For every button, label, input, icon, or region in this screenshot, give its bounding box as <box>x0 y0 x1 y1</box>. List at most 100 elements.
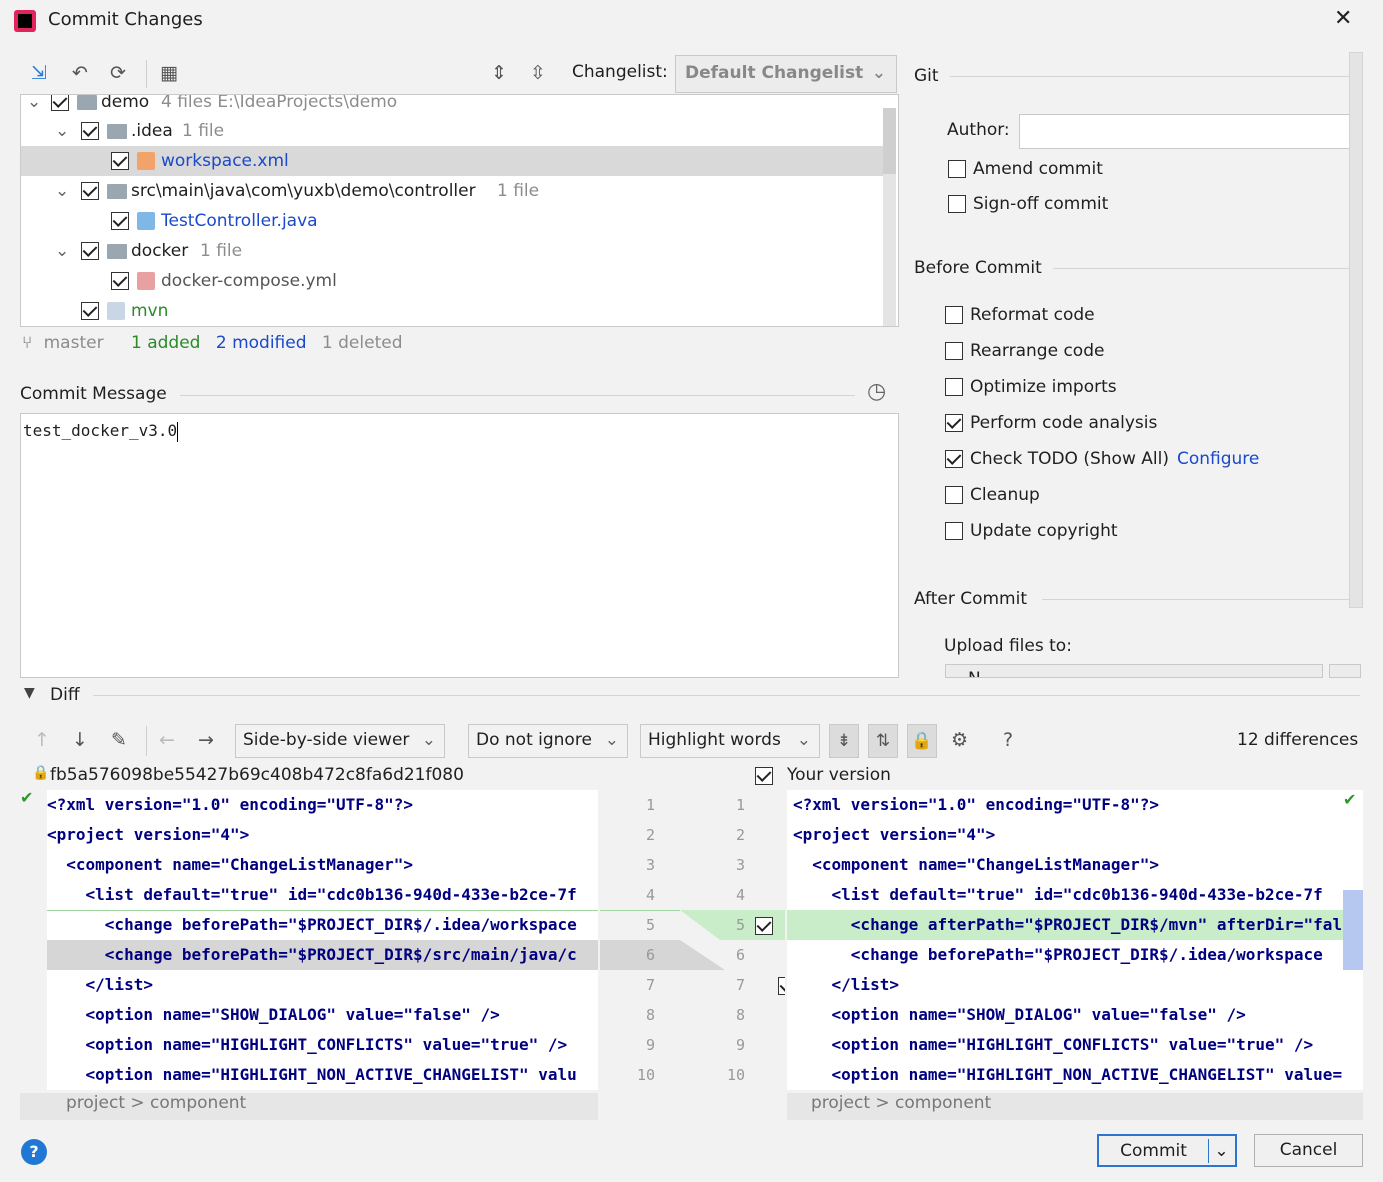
upload-browse-button[interactable] <box>1329 664 1361 678</box>
rollback-icon[interactable]: ↶ <box>72 62 88 84</box>
checkbox-controller[interactable] <box>81 182 99 200</box>
tree-row-controller[interactable]: ⌄ src\main\java\com\yuxb\demo\controller… <box>21 176 883 206</box>
commit-button[interactable]: Commit ⌄ <box>1097 1134 1237 1167</box>
right-breadcrumb[interactable]: project > component <box>811 1093 991 1113</box>
upload-server-select[interactable]: N <box>945 664 1323 678</box>
before-commit-option[interactable]: Update copyright <box>945 521 1118 541</box>
next-difference-icon[interactable]: ↓ <box>72 729 88 751</box>
collapse-all-icon[interactable]: ⇳ <box>530 62 546 84</box>
before-commit-option[interactable]: Reformat code <box>945 305 1095 325</box>
tree-row-idea[interactable]: ⌄ .idea 1 file <box>21 116 883 146</box>
right-code-line[interactable]: <project version="4"> <box>793 820 995 850</box>
edit-source-icon[interactable]: ✎ <box>111 729 127 751</box>
tree-row-workspace[interactable]: workspace.xml <box>21 146 883 176</box>
checkbox-idea[interactable] <box>81 122 99 140</box>
checkbox-workspace[interactable] <box>111 152 129 170</box>
amend-commit-option[interactable]: Amend commit <box>948 159 1103 179</box>
collapse-unchanged-icon[interactable]: ⇟ <box>829 724 859 758</box>
previous-difference-icon[interactable]: ↑ <box>34 729 50 751</box>
tree-row-testcontroller[interactable]: TestController.java <box>21 206 883 236</box>
left-code-line[interactable]: <option name="HIGHLIGHT_CONFLICTS" value… <box>47 1030 568 1060</box>
next-file-icon[interactable]: → <box>198 729 214 751</box>
left-diff-pane[interactable]: ✔ <?xml version="1.0" encoding="UTF-8"?>… <box>20 790 598 1090</box>
show-diff-icon[interactable]: ⇲ <box>31 62 47 84</box>
lock-icon[interactable]: 🔒 <box>907 724 937 758</box>
group-by-icon[interactable]: ▦ <box>160 62 178 84</box>
option-checkbox[interactable] <box>945 414 963 432</box>
right-code-line[interactable]: <list default="true" id="cdc0b136-940d-4… <box>793 880 1323 910</box>
tree-scrollbar-thumb[interactable] <box>883 108 896 174</box>
checkbox-demo[interactable] <box>51 95 69 111</box>
ignore-select[interactable]: Do not ignore ⌄ <box>468 724 628 758</box>
right-code-line[interactable]: <component name="ChangeListManager"> <box>793 850 1159 880</box>
close-icon[interactable]: ✕ <box>1334 6 1352 31</box>
option-checkbox[interactable] <box>945 342 963 360</box>
collapse-triangle-icon[interactable]: ▼ <box>24 685 35 701</box>
chevron-down-icon[interactable]: ⌄ <box>1209 1136 1235 1167</box>
highlight-select[interactable]: Highlight words ⌄ <box>640 724 820 758</box>
previous-file-icon[interactable]: ← <box>159 729 175 751</box>
right-code-line[interactable]: <change beforePath="$PROJECT_DIR$/.idea/… <box>793 940 1323 970</box>
refresh-icon[interactable]: ⟳ <box>110 62 126 84</box>
left-breadcrumb[interactable]: project > component <box>66 1093 246 1113</box>
right-code-line[interactable]: <option name="HIGHLIGHT_NON_ACTIVE_CHANG… <box>793 1060 1343 1090</box>
added-count[interactable]: 1 added <box>131 333 200 353</box>
chevron-down-icon[interactable]: ⌄ <box>55 176 69 206</box>
chevron-down-icon[interactable]: ⌄ <box>55 116 69 146</box>
left-code-line[interactable]: <change beforePath="$PROJECT_DIR$/.idea/… <box>47 910 577 940</box>
modified-count[interactable]: 2 modified <box>216 333 307 353</box>
right-diff-pane[interactable]: ✔ <?xml version="1.0" encoding="UTF-8"?>… <box>787 790 1363 1090</box>
signoff-commit-checkbox[interactable] <box>948 195 966 213</box>
left-code-line[interactable]: <component name="ChangeListManager"> <box>47 850 413 880</box>
left-code-line[interactable]: <list default="true" id="cdc0b136-940d-4… <box>47 880 577 910</box>
chevron-down-icon[interactable]: ⌄ <box>55 236 69 266</box>
before-commit-option[interactable]: Check TODO (Show All) Configure <box>945 449 1259 469</box>
chevron-down-icon[interactable]: ⌄ <box>27 95 41 117</box>
expand-all-icon[interactable]: ⇕ <box>491 62 507 84</box>
option-checkbox[interactable] <box>945 522 963 540</box>
help-icon[interactable]: ? <box>1003 729 1013 751</box>
left-code-line[interactable]: <?xml version="1.0" encoding="UTF-8"?> <box>47 790 413 820</box>
configure-link[interactable]: Configure <box>1177 449 1259 469</box>
checkbox-testcontroller[interactable] <box>111 212 129 230</box>
changes-tree[interactable]: ⌄ demo 4 files E:\IdeaProjects\demo ⌄ .i… <box>20 94 899 327</box>
checkbox-docker[interactable] <box>81 242 99 260</box>
cancel-button[interactable]: Cancel <box>1254 1134 1363 1167</box>
right-code-line[interactable]: <option name="HIGHLIGHT_CONFLICTS" value… <box>793 1030 1314 1060</box>
before-commit-option[interactable]: Optimize imports <box>945 377 1117 397</box>
option-checkbox[interactable] <box>945 378 963 396</box>
tree-row-docker[interactable]: ⌄ docker 1 file <box>21 236 883 266</box>
help-button[interactable]: ? <box>21 1139 47 1165</box>
left-code-line[interactable]: <option name="HIGHLIGHT_NON_ACTIVE_CHANG… <box>47 1060 577 1090</box>
changelist-select[interactable]: Default Changelist ⌄ <box>675 55 897 93</box>
before-commit-option[interactable]: Cleanup <box>945 485 1040 505</box>
author-input[interactable] <box>1019 114 1360 149</box>
sync-scroll-icon[interactable]: ⇅ <box>868 724 898 758</box>
viewer-select[interactable]: Side-by-side viewer ⌄ <box>235 724 445 758</box>
history-icon[interactable]: ◷ <box>867 379 886 404</box>
apply-change-checkbox[interactable] <box>778 977 785 995</box>
right-code-line[interactable]: <change afterPath="$PROJECT_DIR$/mvn" af… <box>793 910 1342 940</box>
left-code-line[interactable]: </list> <box>47 970 153 1000</box>
tree-row-demo[interactable]: ⌄ demo 4 files E:\IdeaProjects\demo <box>21 95 883 117</box>
left-code-line[interactable]: <change beforePath="$PROJECT_DIR$/src/ma… <box>47 940 577 970</box>
right-code-line[interactable]: </list> <box>793 970 899 1000</box>
right-code-line[interactable]: <?xml version="1.0" encoding="UTF-8"?> <box>793 790 1159 820</box>
right-panel-scrollbar[interactable] <box>1349 52 1363 608</box>
tree-row-compose[interactable]: docker-compose.yml <box>21 266 883 296</box>
checkbox-compose[interactable] <box>111 272 129 290</box>
left-code-line[interactable]: <option name="SHOW_DIALOG" value="false"… <box>47 1000 500 1030</box>
before-commit-option[interactable]: Rearrange code <box>945 341 1104 361</box>
settings-gear-icon[interactable]: ⚙ <box>951 729 968 751</box>
apply-change-checkbox[interactable] <box>755 917 773 935</box>
option-checkbox[interactable] <box>945 486 963 504</box>
amend-commit-checkbox[interactable] <box>948 160 966 178</box>
option-checkbox[interactable] <box>945 306 963 324</box>
include-version-checkbox[interactable] <box>755 767 773 785</box>
left-code-line[interactable]: <project version="4"> <box>47 820 249 850</box>
tree-row-mvn[interactable]: mvn <box>21 296 883 326</box>
option-checkbox[interactable] <box>945 450 963 468</box>
signoff-commit-option[interactable]: Sign-off commit <box>948 194 1108 214</box>
right-code-line[interactable]: <option name="SHOW_DIALOG" value="false"… <box>793 1000 1246 1030</box>
deleted-count[interactable]: 1 deleted <box>322 333 403 353</box>
